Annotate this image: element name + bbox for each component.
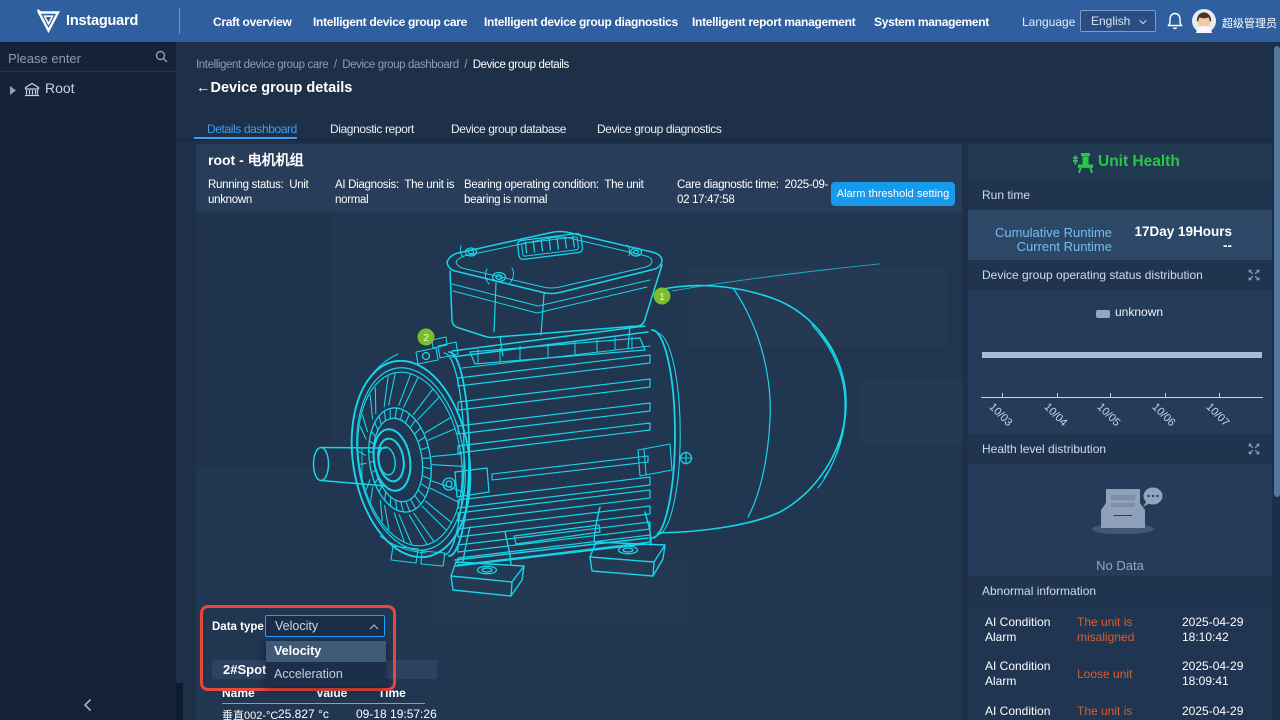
svg-text:1: 1 [659,292,665,303]
svg-text:2: 2 [423,333,429,344]
